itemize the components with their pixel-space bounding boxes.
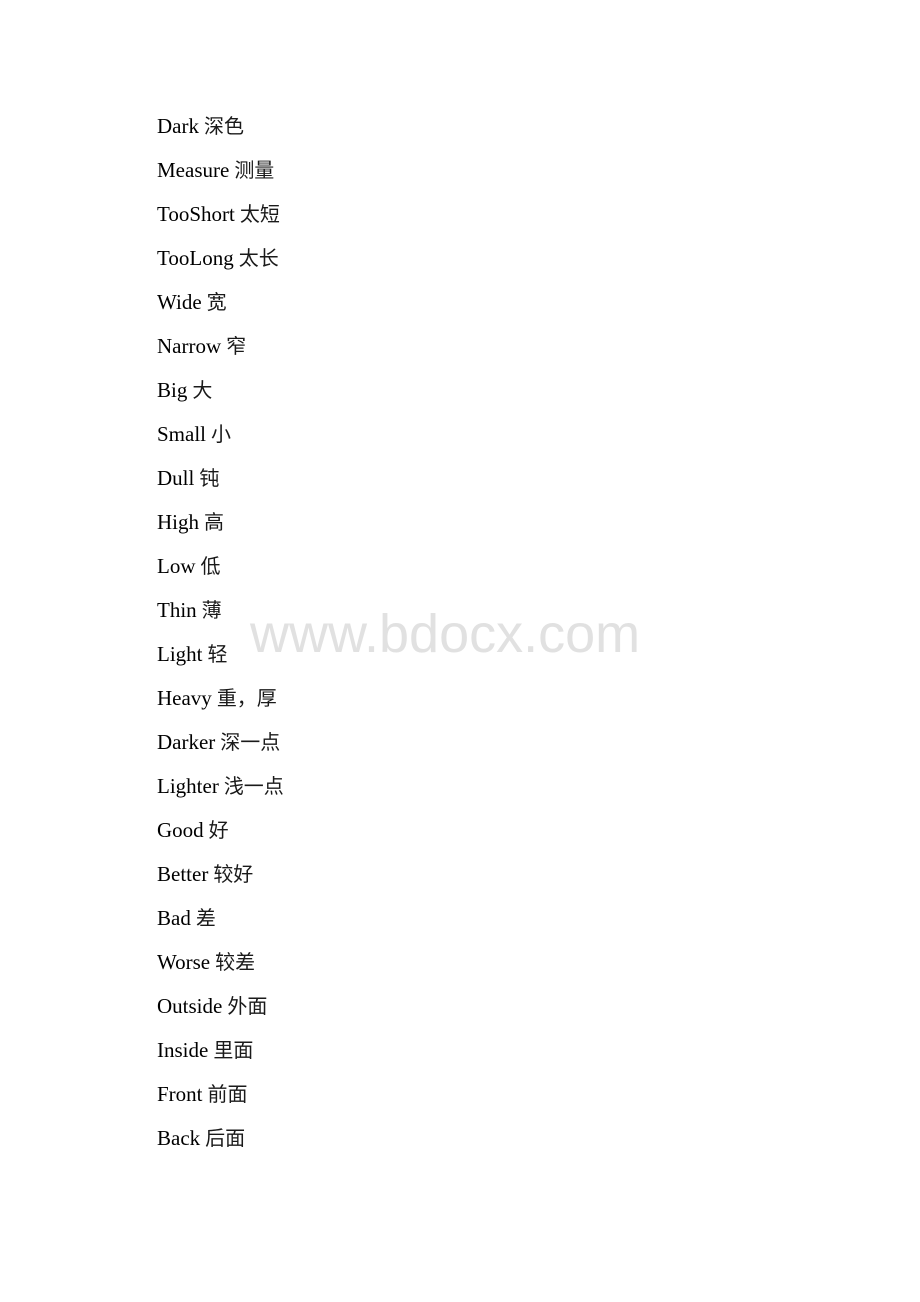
watermark: www.bdocx.com [250, 604, 641, 664]
vocabulary-entry: Dull 钝 [157, 462, 284, 506]
english-term: Worse [157, 950, 211, 974]
english-term: Low [157, 554, 196, 578]
chinese-term: 钝 [199, 466, 220, 490]
chinese-term: 前面 [207, 1082, 248, 1106]
chinese-term: 太短 [239, 202, 280, 226]
english-term: Bad [157, 906, 191, 930]
chinese-term: 薄 [201, 598, 222, 622]
chinese-term: 浅一点 [223, 774, 284, 798]
chinese-term: 高 [204, 510, 224, 534]
chinese-term: 较差 [215, 950, 256, 974]
english-term: Darker [157, 730, 216, 754]
vocabulary-entry: Dark 深色 [157, 110, 284, 154]
chinese-term: 好 [208, 818, 229, 842]
chinese-term: 小 [211, 422, 232, 446]
chinese-term: 宽 [206, 290, 227, 314]
vocabulary-entry: Bad 差 [157, 902, 284, 946]
english-term: High [157, 510, 199, 534]
vocabulary-entry: Heavy 重，厚 [157, 682, 284, 726]
vocabulary-entry: Big 大 [157, 374, 284, 418]
chinese-term: 测量 [234, 158, 275, 182]
vocabulary-entry: Back 后面 [157, 1122, 284, 1166]
chinese-term: 较好 [213, 862, 254, 886]
english-term: Back [157, 1126, 201, 1150]
chinese-term: 差 [195, 906, 216, 930]
vocabulary-entry: Worse 较差 [157, 946, 284, 990]
vocabulary-list: Dark 深色 Measure 测量 TooShort 太短 TooLong 太长 Wi… [157, 110, 284, 1166]
vocabulary-entry: Narrow 窄 [157, 330, 284, 374]
chinese-term: 深色 [203, 114, 244, 138]
vocabulary-entry: Better 较好 [157, 858, 284, 902]
vocabulary-entry: High 高 [157, 506, 284, 550]
vocabulary-entry: Darker 深一点 [157, 726, 284, 770]
english-term: Narrow [157, 334, 222, 358]
chinese-term: 深一点 [220, 730, 281, 754]
english-term: Good [157, 818, 204, 842]
vocabulary-entry: Front 前面 [157, 1078, 284, 1122]
chinese-term: 大 [192, 378, 213, 402]
english-term: Big [157, 378, 188, 402]
vocabulary-entry: Low 低 [157, 550, 284, 594]
chinese-term: 低 [200, 554, 221, 578]
english-term: Dull [157, 466, 195, 490]
chinese-term: 重，厚 [216, 686, 277, 710]
vocabulary-entry: Inside 里面 [157, 1034, 284, 1078]
english-term: TooShort [157, 202, 235, 226]
english-term: Thin [157, 598, 197, 622]
chinese-term: 外面 [227, 994, 268, 1018]
english-term: Outside [157, 994, 223, 1018]
english-term: Small [157, 422, 207, 446]
vocabulary-entry: Thin 薄 [157, 594, 284, 638]
english-term: Measure [157, 158, 230, 182]
vocabulary-entry: Good 好 [157, 814, 284, 858]
english-term: Inside [157, 1038, 209, 1062]
chinese-term: 轻 [207, 642, 228, 666]
vocabulary-entry: TooLong 太长 [157, 242, 284, 286]
english-term: Better [157, 862, 209, 886]
vocabulary-entry: Outside 外面 [157, 990, 284, 1034]
vocabulary-entry: Measure 测量 [157, 154, 284, 198]
english-term: Lighter [157, 774, 219, 798]
english-term: TooLong [157, 246, 234, 270]
vocabulary-entry: Small 小 [157, 418, 284, 462]
chinese-term: 后面 [205, 1126, 246, 1150]
vocabulary-entry: TooShort 太短 [157, 198, 284, 242]
english-term: Front [157, 1082, 203, 1106]
english-term: Dark [157, 114, 199, 138]
vocabulary-entry: Lighter 浅一点 [157, 770, 284, 814]
chinese-term: 里面 [213, 1038, 254, 1062]
vocabulary-entry: Light 轻 [157, 638, 284, 682]
document-page: Dark 深色 Measure 测量 TooShort 太短 TooLong 太长 Wi… [0, 0, 920, 1302]
chinese-term: 窄 [226, 334, 247, 358]
english-term: Heavy [157, 686, 212, 710]
english-term: Light [157, 642, 203, 666]
vocabulary-entry: Wide 宽 [157, 286, 284, 330]
chinese-term: 太长 [238, 246, 279, 270]
english-term: Wide [157, 290, 202, 314]
